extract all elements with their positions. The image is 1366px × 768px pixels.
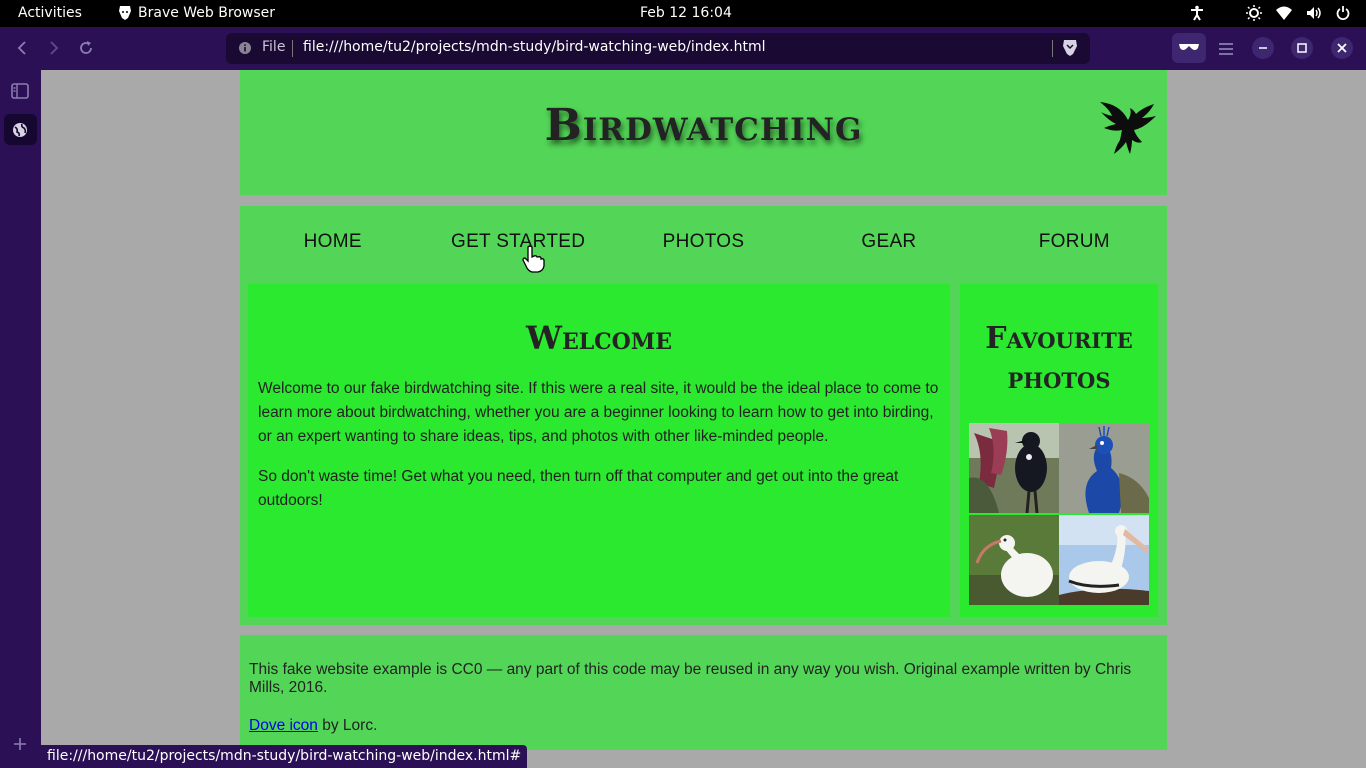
nav-gear[interactable]: GEAR: [796, 206, 981, 278]
footer-credit-text: by Lorc.: [317, 717, 378, 734]
photo-pelican[interactable]: [1059, 515, 1149, 605]
app-name: Brave Web Browser: [138, 5, 275, 21]
photo-tui-bird[interactable]: [969, 423, 1059, 513]
main-section: HOME GET STARTED PHOTOS GEAR FORUM Welco…: [240, 206, 1167, 625]
brave-wallet-button[interactable]: [1172, 33, 1206, 63]
globe-icon[interactable]: [9, 119, 31, 141]
link-status-bar: file:///home/tu2/projects/mdn-study/bird…: [41, 745, 528, 768]
favourite-photos-aside: Favourite photos: [960, 284, 1158, 617]
system-tray[interactable]: [1190, 5, 1350, 21]
url-text[interactable]: file:///home/tu2/projects/mdn-study/bird…: [303, 39, 766, 55]
hamburger-menu-icon[interactable]: [1217, 42, 1235, 56]
nav-photos[interactable]: PHOTOS: [611, 206, 796, 278]
wifi-icon: [1276, 6, 1292, 20]
url-divider-right: [1052, 40, 1053, 57]
photo-peacock[interactable]: [1059, 423, 1149, 513]
url-divider: [292, 40, 293, 57]
nav-forum[interactable]: FORUM: [982, 206, 1167, 278]
photo-white-ibis[interactable]: [969, 515, 1059, 605]
article-paragraph-2: So don't waste time! Get what you need, …: [258, 468, 899, 509]
close-button[interactable]: [1331, 37, 1353, 59]
brave-lion-icon: [119, 6, 131, 20]
brightness-icon: [1246, 5, 1262, 21]
maximize-button[interactable]: [1291, 37, 1313, 59]
site-footer: This fake website example is CC0 — any p…: [240, 635, 1167, 750]
clock[interactable]: Feb 12 16:04: [640, 5, 732, 21]
brave-shields-icon[interactable]: [1062, 39, 1078, 57]
footer-credit: Dove icon by Lorc.: [249, 717, 1158, 735]
back-button[interactable]: [12, 38, 32, 58]
site-title: Birdwatching: [544, 100, 863, 151]
power-icon: [1336, 6, 1350, 20]
accessibility-icon: [1191, 5, 1203, 21]
app-menu[interactable]: Brave Web Browser: [118, 5, 275, 21]
reload-button[interactable]: [76, 38, 96, 58]
browser-sidebar: [0, 70, 41, 768]
site-nav: HOME GET STARTED PHOTOS GEAR FORUM: [240, 206, 1167, 278]
aside-heading: Favourite photos: [985, 321, 1133, 396]
system-top-bar: Activities Brave Web Browser Feb 12 16:0…: [0, 0, 1366, 27]
dove-icon-link[interactable]: Dove icon: [249, 717, 318, 734]
glasses-icon: [1179, 44, 1199, 50]
footer-license: This fake website example is CC0 — any p…: [249, 661, 1132, 696]
hand-cursor-icon: [522, 245, 545, 273]
nav-get-started[interactable]: GET STARTED: [425, 206, 610, 278]
minimize-button[interactable]: [1252, 37, 1274, 59]
add-panel-icon[interactable]: [9, 733, 31, 755]
activities-button[interactable]: Activities: [18, 5, 82, 21]
article-heading: Welcome: [526, 319, 672, 357]
site-info-icon[interactable]: [238, 41, 252, 55]
dove-icon: [1100, 102, 1156, 154]
site-header: Birdwatching: [240, 70, 1167, 195]
nav-home[interactable]: HOME: [240, 206, 425, 278]
scheme-label: File: [262, 39, 286, 55]
volume-icon: [1307, 7, 1321, 19]
web-page: Birdwatching HOME GET STARTED PHOTOS GEA…: [41, 70, 1366, 768]
forward-button[interactable]: [44, 38, 64, 58]
address-bar[interactable]: File file:///home/tu2/projects/mdn-study…: [226, 33, 1090, 64]
article-paragraph-1: Welcome to our fake birdwatching site. I…: [258, 380, 939, 445]
welcome-article: Welcome Welcome to our fake birdwatching…: [248, 284, 950, 617]
browser-toolbar: File file:///home/tu2/projects/mdn-study…: [0, 27, 1366, 70]
sidebar-toggle-icon[interactable]: [9, 80, 31, 102]
photo-grid: [969, 423, 1149, 605]
